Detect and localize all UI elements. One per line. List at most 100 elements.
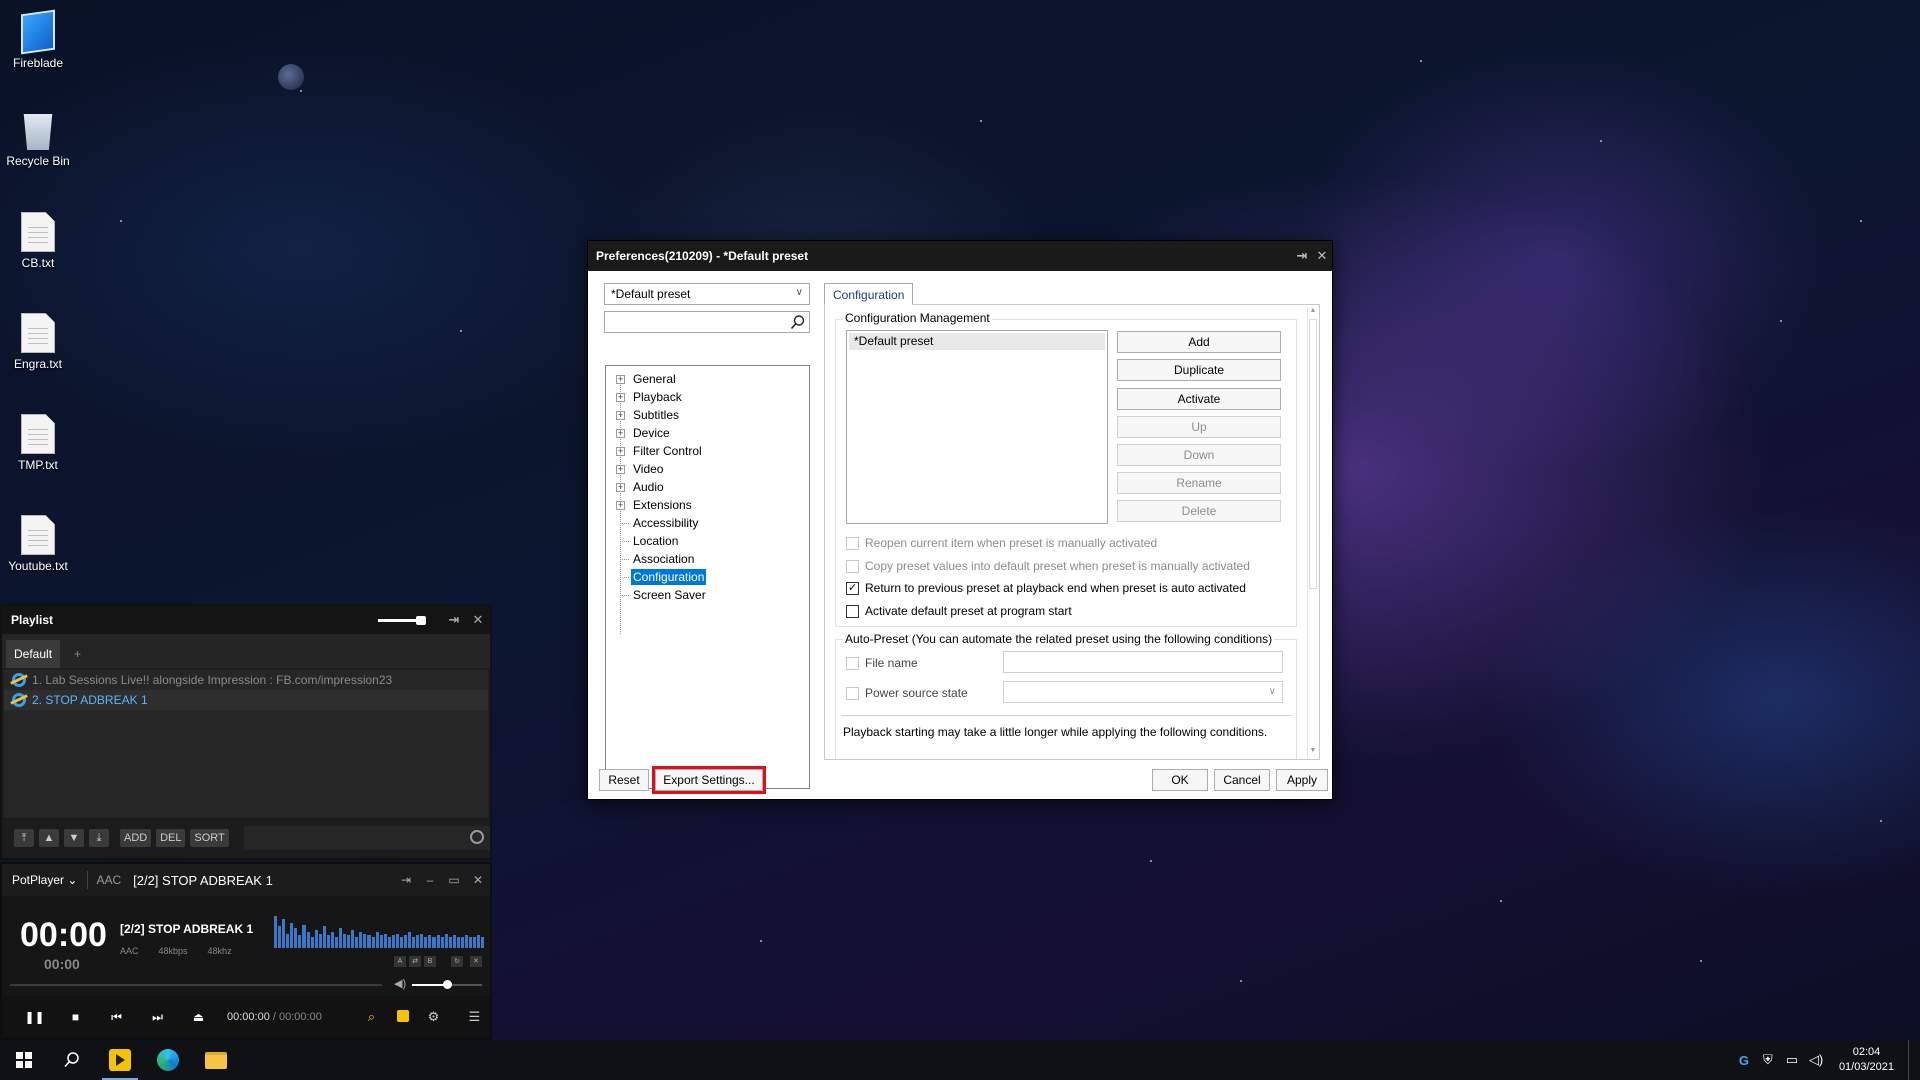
add-button[interactable]: ADD <box>120 829 152 847</box>
duplicate-button[interactable]: Duplicate <box>1117 359 1281 381</box>
search-icon[interactable] <box>470 830 485 844</box>
playlist-toggle-icon[interactable] <box>387 1009 418 1025</box>
expand-icon[interactable]: + <box>616 428 625 438</box>
menu-icon[interactable]: ☰ <box>459 1009 490 1025</box>
scroll-up-icon[interactable]: ▲ <box>1308 307 1318 317</box>
close-icon[interactable]: ✕ <box>1312 248 1332 264</box>
tree-item-configuration[interactable]: Configuration <box>606 568 809 586</box>
ok-button[interactable]: OK <box>1152 769 1208 791</box>
desktop-icon-fireblade[interactable]: Fireblade <box>0 9 76 70</box>
close-icon[interactable]: ✕ <box>466 612 490 628</box>
panel-scrollbar[interactable]: ▲ ▼ <box>1307 307 1318 757</box>
expand-icon[interactable]: + <box>616 500 625 510</box>
pin-icon[interactable]: ⇥ <box>442 612 466 628</box>
desktop-icon-engra-txt[interactable]: Engra.txt <box>0 313 76 371</box>
tree-item-device[interactable]: + Device <box>606 424 809 442</box>
copy-preset-values-checkbox[interactable]: Copy preset values into default preset w… <box>846 559 1250 573</box>
up-button[interactable]: Up <box>1117 416 1281 438</box>
scroll-down-icon[interactable]: ▼ <box>1308 747 1318 757</box>
checkbox-box[interactable] <box>846 536 859 550</box>
file-name-field[interactable] <box>1003 651 1283 673</box>
tree-item-association[interactable]: Association <box>606 550 809 568</box>
activate-default-preset-checkbox[interactable]: Activate default preset at program start <box>846 604 1072 618</box>
tree-item-playback[interactable]: + Playback <box>606 388 809 406</box>
checkbox-box[interactable] <box>846 559 859 573</box>
move-bottom-button[interactable]: ⤓ <box>89 829 109 847</box>
rename-button[interactable]: Rename <box>1117 472 1281 494</box>
tree-item-audio[interactable]: + Audio <box>606 478 809 496</box>
volume-icon[interactable]: ◀) <box>394 977 406 990</box>
cancel-button[interactable]: Cancel <box>1214 769 1270 791</box>
reopen-item-checkbox[interactable]: Reopen current item when preset is manua… <box>846 536 1157 550</box>
sort-button[interactable]: SORT <box>190 829 229 847</box>
expand-icon[interactable]: + <box>616 482 625 492</box>
desktop-icon-cb-txt[interactable]: CB.txt <box>0 212 76 270</box>
checkbox-box[interactable] <box>846 686 859 700</box>
activate-button[interactable]: Activate <box>1117 388 1281 410</box>
add-button[interactable]: Add <box>1117 331 1281 353</box>
pause-button[interactable]: ❚❚ <box>14 1010 55 1024</box>
volume-slider[interactable] <box>412 980 482 989</box>
playlist-title-bar[interactable]: Playlist ⇥ ✕ <box>2 606 490 634</box>
expand-icon[interactable]: + <box>616 374 625 384</box>
logitech-g-icon[interactable]: G <box>1737 1053 1751 1068</box>
playlist-search-icon[interactable]: ⌕ <box>356 1009 387 1025</box>
tree-item-accessibility[interactable]: Accessibility <box>606 514 809 532</box>
delete-button[interactable]: Delete <box>1117 500 1281 522</box>
playlist-tab-default[interactable]: Default <box>6 640 61 668</box>
volume-knob[interactable] <box>443 980 452 989</box>
mini-b-icon[interactable]: B <box>424 956 436 967</box>
taskbar-file-explorer[interactable] <box>192 1040 240 1080</box>
network-icon[interactable]: ▭ <box>1785 1052 1799 1068</box>
playlist-opacity-slider[interactable] <box>378 615 426 625</box>
close-icon[interactable]: ✕ <box>466 873 490 887</box>
seek-bar[interactable] <box>10 984 382 986</box>
add-tab-button[interactable]: + <box>60 640 95 668</box>
down-button[interactable]: Down <box>1117 444 1281 466</box>
stop-button[interactable]: ■ <box>55 1010 96 1024</box>
pin-icon[interactable]: ⇥ <box>1292 248 1312 264</box>
potplayer-menu-button[interactable]: PotPlayer ⌄ <box>2 873 87 887</box>
start-button[interactable] <box>0 1040 48 1080</box>
show-desktop-button[interactable] <box>1908 1040 1912 1080</box>
desktop-icon-youtube-txt[interactable]: Youtube.txt <box>0 515 76 573</box>
playlist-item[interactable]: 1. Lab Sessions Live!! alongside Impress… <box>4 670 488 690</box>
eject-button[interactable]: ⏏ <box>178 1010 219 1024</box>
settings-gear-icon[interactable]: ⚙ <box>418 1009 449 1025</box>
next-button[interactable]: ⏭ <box>137 1010 178 1025</box>
expand-icon[interactable]: + <box>616 392 625 402</box>
player-title-bar[interactable]: PotPlayer ⌄ AAC [2/2] STOP ADBREAK 1 ⇥ –… <box>2 864 490 896</box>
tab-configuration[interactable]: Configuration <box>824 283 914 305</box>
tree-item-subtitles[interactable]: + Subtitles <box>606 406 809 424</box>
tree-item-video[interactable]: + Video <box>606 460 809 478</box>
search-icon[interactable] <box>790 314 806 330</box>
taskbar-edge[interactable] <box>144 1040 192 1080</box>
playlist-item[interactable]: 2. STOP ADBREAK 1 <box>4 690 488 710</box>
taskbar-potplayer[interactable] <box>96 1040 144 1080</box>
return-previous-preset-checkbox[interactable]: ✓ Return to previous preset at playback … <box>846 581 1246 595</box>
preset-list[interactable]: *Default preset <box>846 330 1108 524</box>
apply-button[interactable]: Apply <box>1276 769 1328 791</box>
power-source-select[interactable]: ∨ <box>1003 681 1283 703</box>
checkbox-box[interactable] <box>846 604 859 618</box>
mini-loop-icon[interactable]: ↻ <box>451 956 463 967</box>
search-button[interactable] <box>48 1040 96 1080</box>
delete-button[interactable]: DEL <box>156 829 186 847</box>
file-name-checkbox[interactable]: File name <box>846 656 918 670</box>
mini-shuffle-icon[interactable]: ✕ <box>470 956 482 967</box>
preset-combo[interactable]: *Default preset ∨ <box>604 283 810 305</box>
move-down-button[interactable]: ▼ <box>64 829 84 847</box>
desktop-icon-recycle-bin[interactable]: Recycle Bin <box>0 110 76 168</box>
pin-icon[interactable]: ⇥ <box>394 873 418 887</box>
move-up-button[interactable]: ▲ <box>39 829 59 847</box>
preset-list-item[interactable]: *Default preset <box>849 333 1105 350</box>
desktop-icon-tmp-txt[interactable]: TMP.txt <box>0 414 76 472</box>
checkmark-icon[interactable]: ✓ <box>846 581 859 595</box>
tree-item-filter-control[interactable]: + Filter Control <box>606 442 809 460</box>
scroll-thumb[interactable] <box>1309 319 1317 589</box>
expand-icon[interactable]: + <box>616 410 625 420</box>
taskbar-clock[interactable]: 02:04 01/03/2021 <box>1839 1045 1894 1075</box>
security-shield-icon[interactable]: ⛨ <box>1761 1052 1775 1068</box>
move-top-button[interactable]: ⤒ <box>14 829 34 847</box>
tree-item-location[interactable]: Location <box>606 532 809 550</box>
